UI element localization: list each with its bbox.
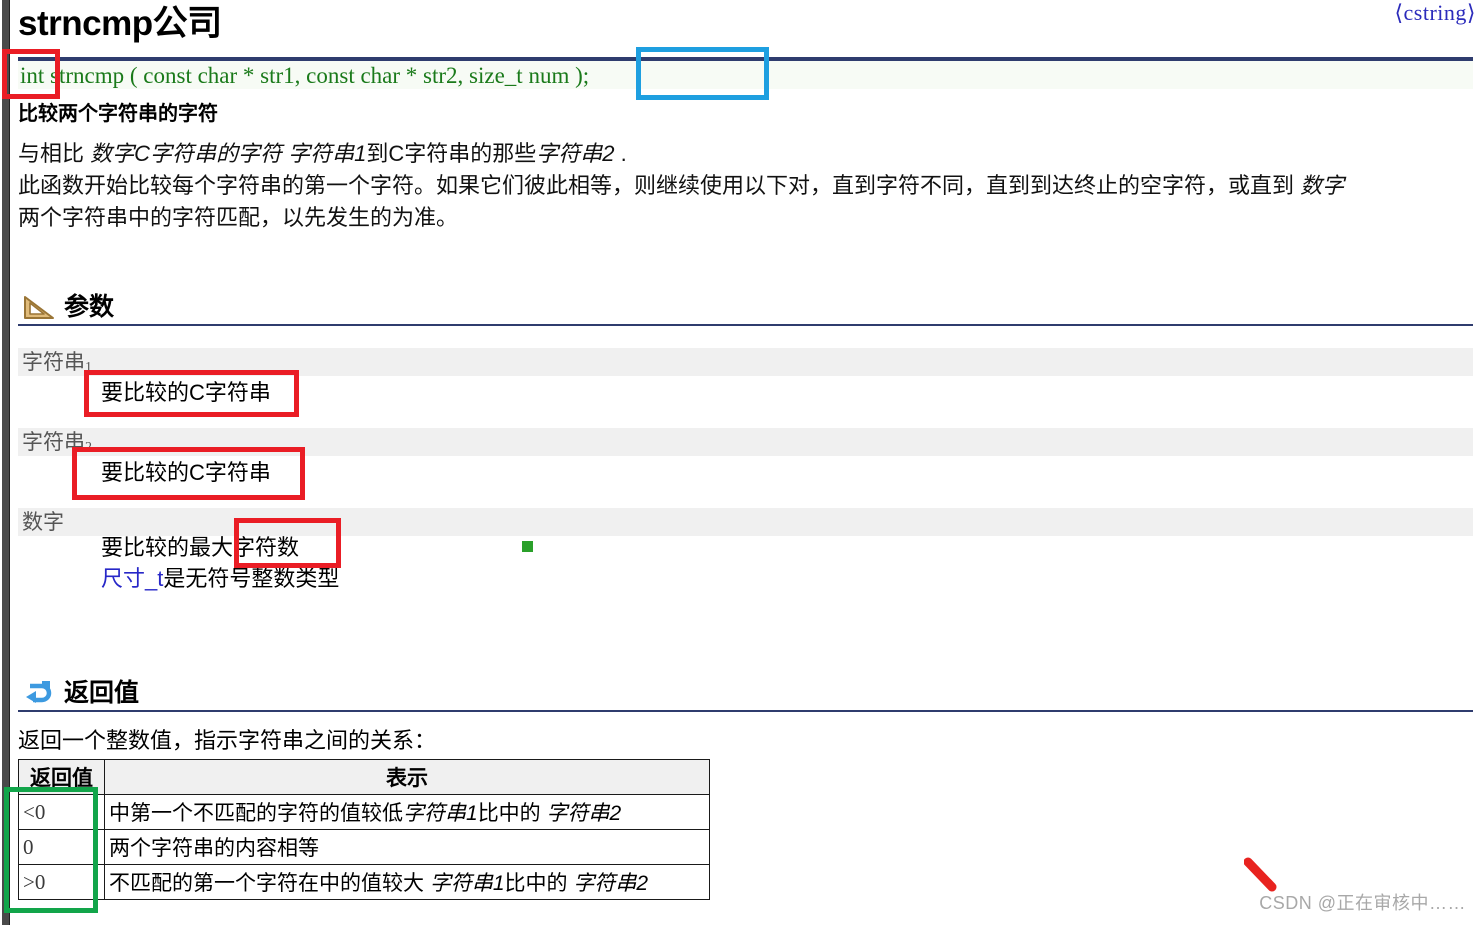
description-body: 与相比 数字C字符串的字符 字符串1到C字符串的那些字符串2 . 此函数开始比较… — [18, 138, 1476, 234]
param-desc-num-type-rest: 是无符号整数类型 — [163, 566, 340, 591]
row2-b: 字符串1 — [429, 872, 505, 895]
return-value-table: 返回值 表示 <0 中第一个不匹配的字符的值较低字符串1比中的 字符串2 0 两… — [18, 759, 710, 900]
table-row: >0 不匹配的第一个字符在中的值较大 字符串1比中的 字符串2 — [18, 864, 710, 900]
return-value-intro: 返回一个整数值，指示字符串之间的关系： — [18, 728, 437, 753]
prototype-signature: strncmp ( const char * str1, const char … — [50, 63, 470, 88]
table-header-meaning: 表示 — [104, 759, 710, 795]
desc-l1-d: 到C字符串的那些 — [366, 141, 537, 166]
param-desc-str1: 要比较的C字符串 — [101, 380, 271, 405]
ruler-triangle-icon — [22, 293, 56, 321]
param-name-str1-main: 字符串 — [22, 350, 85, 374]
param-name-num-main: 数字 — [22, 510, 64, 534]
red-brush-stroke — [1243, 857, 1280, 893]
row2-d: 字符串2 — [573, 872, 649, 895]
row0-a: 中第一个不匹配的字符的值较低 — [109, 802, 403, 825]
table-header-return-value: 返回值 — [18, 759, 105, 795]
param-name-num: 数字 — [18, 508, 1473, 536]
prototype-tail: ); — [569, 63, 590, 88]
row0-b: 字符串1 — [403, 802, 478, 825]
desc-l1-b: 数字C字符串的字符 — [90, 141, 289, 166]
table-cell-code: >0 — [18, 864, 105, 900]
table-cell-code: <0 — [18, 794, 105, 830]
description-title: 比较两个字符串的字符 — [18, 103, 218, 125]
table-cell-meaning: 不匹配的第一个字符在中的值较大 字符串1比中的 字符串2 — [104, 864, 710, 900]
param-desc-num: 要比较的最大字符数 — [101, 535, 300, 560]
table-cell-code: 0 — [18, 829, 105, 865]
description-line-2: 此函数开始比较每个字符串的第一个字符。如果它们彼此相等，则继续使用以下对，直到字… — [18, 170, 1476, 202]
row2-a: 不匹配的第一个字符在中的值较大 — [109, 872, 430, 895]
prototype-size-param: size_t num — [469, 63, 570, 88]
table-cell-meaning: 两个字符串的内容相等 — [104, 829, 710, 865]
watermark-text: CSDN @正在审核中…… — [1259, 893, 1466, 913]
header-include-label: ⟨cstring⟩ — [1394, 0, 1476, 25]
desc-l1-c: 字符串1 — [288, 141, 367, 166]
section-header-parameters: 参数 — [18, 282, 1473, 326]
section-label-parameters: 参数 — [64, 293, 115, 321]
size-t-link[interactable]: 尺寸_t — [101, 566, 163, 591]
document-page: strncmp公司 ⟨cstring⟩ int strncmp ( const … — [11, 0, 1482, 925]
param-name-str1-sub: 1 — [85, 360, 92, 375]
param-desc-num-type: 尺寸_t是无符号整数类型 — [101, 564, 339, 594]
desc-l2-a: 此函数开始比较每个字符串的第一个字符。如果它们彼此相等，则继续使用以下对，直到字… — [18, 173, 1301, 198]
row0-d: 字符串2 — [546, 802, 622, 825]
desc-l2-b: 数字 — [1300, 173, 1345, 198]
return-arrow-icon — [22, 679, 56, 707]
row2-c: 比中的 — [504, 872, 574, 895]
param-name-str2-sub: 2 — [85, 440, 92, 455]
window-left-gutter — [2, 0, 10, 925]
param-name-str2: 字符串2 — [18, 428, 1473, 456]
description-line-1: 与相比 数字C字符串的字符 字符串1到C字符串的那些字符串2 . — [18, 138, 1476, 170]
param-name-str2-main: 字符串 — [22, 430, 85, 454]
table-row: 0 两个字符串的内容相等 — [18, 829, 710, 865]
prototype-return-type: int — [20, 63, 45, 88]
function-prototype: int strncmp ( const char * str1, const c… — [18, 57, 1473, 89]
param-desc-str2: 要比较的C字符串 — [101, 460, 271, 485]
page-header: strncmp公司 ⟨cstring⟩ — [11, 0, 1482, 48]
green-square-marker — [522, 541, 533, 552]
page-title: strncmp公司 — [18, 4, 222, 43]
desc-l1-a: 与相比 — [18, 141, 91, 166]
param-name-str1: 字符串1 — [18, 348, 1473, 376]
section-header-return-value: 返回值 — [18, 668, 1473, 712]
row0-c: 比中的 — [477, 802, 547, 825]
description-line-3: 两个字符串中的字符匹配，以先发生的为准。 — [18, 205, 459, 230]
table-header-row: 返回值 表示 — [18, 759, 710, 795]
table-cell-meaning: 中第一个不匹配的字符的值较低字符串1比中的 字符串2 — [104, 794, 710, 830]
table-row: <0 中第一个不匹配的字符的值较低字符串1比中的 字符串2 — [18, 794, 710, 830]
section-label-return-value: 返回值 — [64, 679, 140, 707]
row1-a: 两个字符串的内容相等 — [109, 837, 319, 860]
desc-l1-f: . — [614, 141, 627, 166]
desc-l1-e: 字符串2 — [536, 141, 615, 166]
